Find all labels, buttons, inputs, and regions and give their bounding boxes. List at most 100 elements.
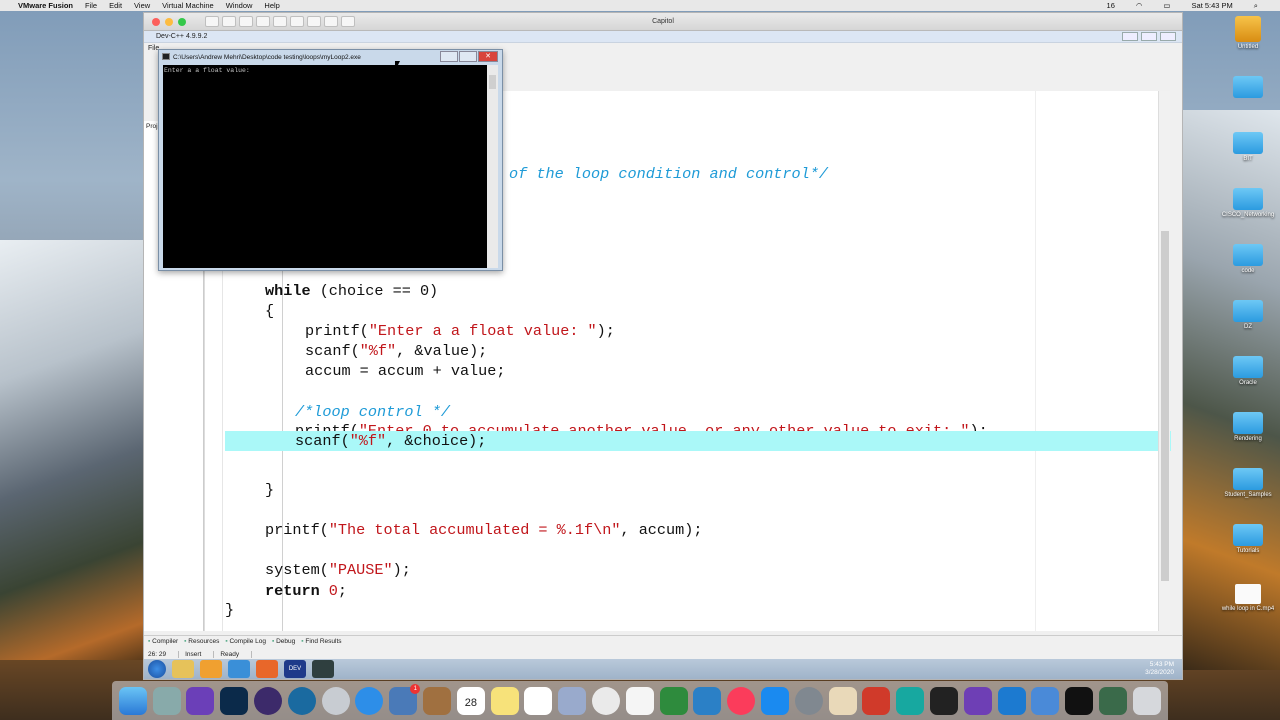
menu-view[interactable]: View [134, 1, 150, 10]
tab-compiler[interactable]: Compiler [148, 638, 178, 645]
desktop-label: Rendering [1234, 436, 1262, 442]
menu-help[interactable]: Help [264, 1, 279, 10]
tool-button-icon[interactable] [273, 16, 287, 27]
visual-studio-icon[interactable] [963, 686, 992, 715]
menu-file[interactable]: File [85, 1, 97, 10]
pages-icon[interactable] [625, 686, 654, 715]
star-app-icon[interactable] [186, 686, 215, 715]
code-string: "Enter a a float value: " [368, 322, 597, 340]
start-button-icon[interactable] [148, 660, 166, 678]
keynote-icon[interactable] [693, 686, 722, 715]
tool-button-icon[interactable] [256, 16, 270, 27]
edit-mode: Insert [185, 650, 215, 658]
siri-icon[interactable] [254, 686, 283, 715]
code-punct: ); [596, 322, 615, 340]
minimize-icon[interactable] [440, 51, 458, 62]
app-menu[interactable]: VMware Fusion [18, 1, 73, 10]
app-store-icon[interactable] [761, 686, 790, 715]
taskbar-time: 5:43 PM [1149, 661, 1174, 668]
vmware-icon[interactable] [862, 686, 891, 715]
console-output[interactable]: Enter a a float value: [163, 65, 488, 268]
desktop-icon[interactable]: Tutorials [1216, 524, 1280, 554]
menubar-clock[interactable]: Sat 5:43 PM [1192, 1, 1233, 11]
desktop-icon[interactable]: Untitled [1216, 16, 1280, 50]
finder-icon[interactable] [118, 686, 147, 715]
taskbar-clock[interactable]: 5:43 PM 3/28/2020 [1145, 661, 1174, 677]
desktop-icon[interactable]: BIT [1216, 132, 1280, 162]
tool-button-icon[interactable] [290, 16, 304, 27]
menu-virtual-machine[interactable]: Virtual Machine [162, 1, 214, 10]
tool-button-icon[interactable] [205, 16, 219, 27]
safari-icon[interactable] [355, 686, 384, 715]
code-punct: ); [392, 561, 411, 579]
desktop-icon[interactable]: Student_Samples [1216, 468, 1280, 498]
tab-find-results[interactable]: Find Results [301, 638, 341, 645]
maya-icon[interactable] [896, 686, 925, 715]
minimize-window-icon[interactable] [165, 17, 173, 26]
devcpp-taskbar-icon[interactable]: DEV [284, 660, 306, 678]
desktop-icon[interactable]: Oracle [1216, 356, 1280, 386]
tool-button-icon[interactable] [324, 16, 338, 27]
scroll-thumb[interactable] [1161, 231, 1169, 581]
ie-icon[interactable] [228, 660, 250, 678]
minimize-icon[interactable] [1122, 32, 1138, 41]
launchpad-icon[interactable] [321, 686, 350, 715]
tab-debug[interactable]: Debug [272, 638, 295, 645]
devcpp-titlebar: Dev-C++ 4.9.9.2 [144, 31, 1182, 43]
desktop-icon[interactable] [1216, 76, 1280, 100]
tab-compile-log[interactable]: Compile Log [225, 638, 266, 645]
console-window[interactable]: C:\Users\Andrew Mehri\Desktop\code testi… [158, 49, 503, 271]
desktop-icon[interactable]: code [1216, 244, 1280, 274]
photoshop-icon[interactable] [220, 686, 249, 715]
firefox-icon[interactable] [256, 660, 278, 678]
tab-resources[interactable]: Resources [184, 638, 219, 645]
system-preferences-icon[interactable] [794, 686, 823, 715]
media-player-icon[interactable] [200, 660, 222, 678]
desktop-icon[interactable]: Rendering [1216, 412, 1280, 442]
calendar-icon[interactable]: 28 [456, 686, 485, 715]
close-icon[interactable] [1160, 32, 1176, 41]
wifi-icon[interactable]: ◠ [1136, 1, 1143, 11]
desktop-icon[interactable]: CISCO_Networking [1216, 188, 1280, 218]
close-icon[interactable]: ✕ [478, 51, 498, 62]
desktop-icon[interactable]: while loop in C.mp4 [1216, 584, 1280, 612]
unity-icon[interactable] [930, 686, 959, 715]
console-icon [162, 53, 170, 60]
numbers-icon[interactable] [659, 686, 688, 715]
contacts-icon[interactable] [423, 686, 452, 715]
maps-icon[interactable] [558, 686, 587, 715]
music-icon[interactable] [727, 686, 756, 715]
scroll-thumb[interactable] [489, 75, 496, 89]
tool-button-icon[interactable] [222, 16, 236, 27]
quicktime-icon[interactable] [287, 686, 316, 715]
console-titlebar[interactable]: C:\Users\Andrew Mehri\Desktop\code testi… [159, 50, 502, 64]
epic-games-icon[interactable] [1065, 686, 1094, 715]
menu-window[interactable]: Window [226, 1, 253, 10]
pencil-icon[interactable] [828, 686, 857, 715]
search-icon[interactable]: ⌕ [1254, 1, 1258, 11]
vscode-icon[interactable] [997, 686, 1026, 715]
close-window-icon[interactable] [152, 17, 160, 26]
tool-button-icon[interactable] [239, 16, 253, 27]
maximize-icon[interactable] [1141, 32, 1157, 41]
zoom-window-icon[interactable] [178, 17, 186, 26]
console-taskbar-icon[interactable] [312, 660, 334, 678]
status-count[interactable]: 16 [1107, 1, 1115, 11]
tool-button-icon[interactable] [307, 16, 321, 27]
downloads-stack-icon[interactable] [1099, 686, 1127, 715]
mail-icon[interactable]: 1 [389, 683, 421, 715]
photos-icon[interactable] [592, 686, 621, 715]
tool-button-icon[interactable] [341, 16, 355, 27]
menu-edit[interactable]: Edit [109, 1, 122, 10]
notes-icon[interactable] [490, 686, 519, 715]
console-scrollbar[interactable] [487, 65, 498, 268]
explorer-icon[interactable] [172, 660, 194, 678]
battery-icon[interactable]: ▭ [1163, 1, 1170, 11]
desktop-icon[interactable]: DZ [1216, 300, 1280, 330]
maximize-icon[interactable] [459, 51, 477, 62]
trash-icon[interactable] [1132, 686, 1161, 715]
reminders-icon[interactable] [524, 686, 553, 715]
preview-icon[interactable] [152, 686, 181, 715]
folder-stack-icon[interactable] [1031, 686, 1060, 715]
editor-scrollbar[interactable] [1158, 91, 1170, 631]
